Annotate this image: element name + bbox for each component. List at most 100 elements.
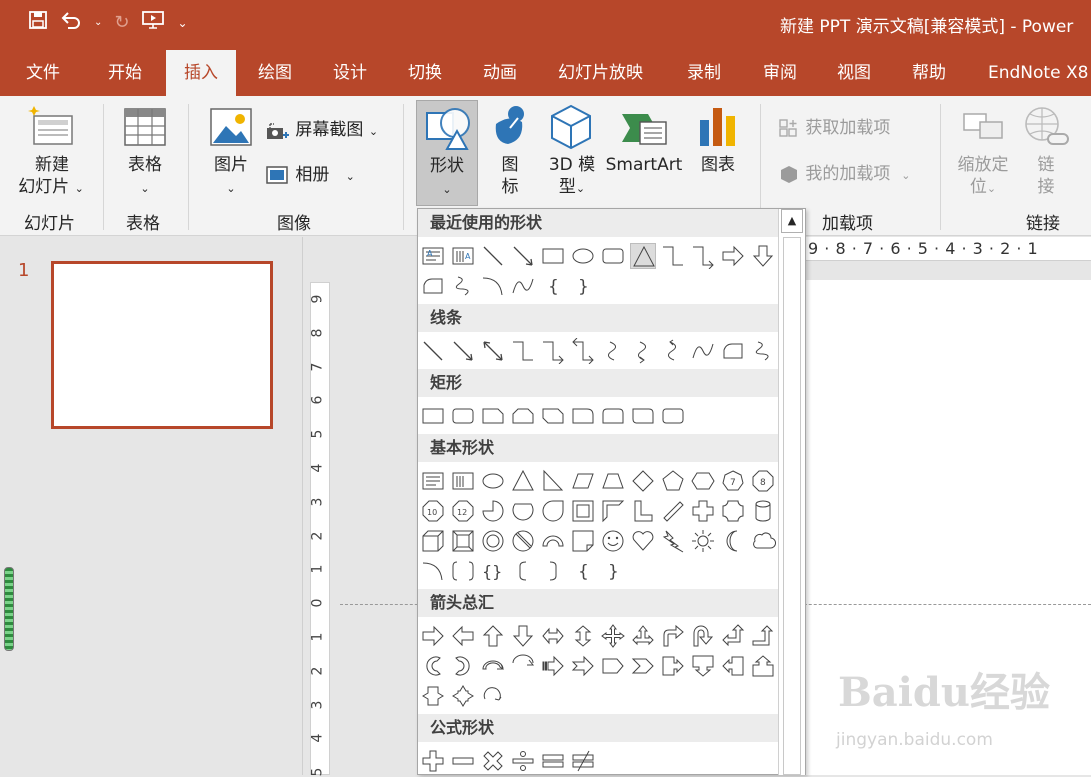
ar-bu-shape[interactable] [750,623,776,649]
tab-help[interactable]: 帮助 [912,50,946,96]
rectangle-shape[interactable] [540,243,566,269]
halfframe-shape[interactable] [600,498,626,524]
curve-shape[interactable] [600,338,626,364]
screenshot-button[interactable]: 屏幕截图 ⌄ [266,119,378,143]
ar-uturn-shape[interactable] [690,623,716,649]
call-r-shape[interactable] [660,653,686,679]
snip2-shape[interactable] [510,403,536,429]
ar-cl-shape[interactable] [450,653,476,679]
ar-lru-shape[interactable] [630,623,656,649]
tab-animations[interactable]: 动画 [483,50,517,96]
trap-shape[interactable] [600,468,626,494]
donut-shape[interactable] [480,528,506,554]
dodec-shape[interactable]: 12 [450,498,476,524]
diag-shape[interactable] [660,498,686,524]
tab-draw[interactable]: 绘图 [258,50,292,96]
pentagon-shape[interactable] [600,653,626,679]
chart-button[interactable]: 图表 [694,154,742,176]
rect-shape[interactable] [420,403,446,429]
hept-shape[interactable]: 7 [720,468,746,494]
fold-shape[interactable] [570,528,596,554]
right-arrow-shape[interactable] [720,243,746,269]
rr3-shape[interactable] [630,403,656,429]
line-shape[interactable] [480,243,506,269]
tab-slideshow[interactable]: 幻灯片放映 [558,50,643,96]
triangle-shape[interactable] [630,243,656,269]
ar-cu-shape[interactable] [480,653,506,679]
cube-shape[interactable] [420,528,446,554]
arc-shape[interactable] [480,273,506,299]
oct8-shape[interactable]: 8 [750,468,776,494]
right-brace-shape[interactable]: } [570,273,596,299]
elbowA-shape[interactable] [540,338,566,364]
rbracket-shape[interactable] [540,558,566,584]
vertical-textbox-shape[interactable]: A [450,243,476,269]
circ-ar-shape[interactable] [480,683,506,709]
call-lr-shape[interactable] [420,683,446,709]
bracketpair-shape[interactable] [450,558,476,584]
bevel-shape[interactable] [450,528,476,554]
eq-mult-shape[interactable] [480,748,506,774]
textbox-shape[interactable] [420,468,446,494]
table-button[interactable]: 表格 ⌄ [117,154,173,200]
lbrace-shape[interactable]: { [570,558,596,584]
undo-icon[interactable] [60,10,82,35]
shapes-button[interactable]: 形状 ⌄ [416,100,478,206]
line-shape[interactable] [420,338,446,364]
rbrace-shape[interactable]: } [600,558,626,584]
eq-neq-shape[interactable] [570,748,596,774]
rounded-rectangle-shape[interactable] [600,243,626,269]
eq-plus-shape[interactable] [420,748,446,774]
call-u-shape[interactable] [750,653,776,679]
tab-transitions[interactable]: 切换 [408,50,442,96]
present-from-start-icon[interactable] [141,10,165,35]
dec-shape[interactable]: 10 [420,498,446,524]
smile-shape[interactable] [600,528,626,554]
wave-shape[interactable] [690,338,716,364]
ar-quad-shape[interactable] [600,623,626,649]
snipR-shape[interactable] [570,403,596,429]
pie-shape[interactable] [480,498,506,524]
sun-shape[interactable] [690,528,716,554]
photo-album-button[interactable]: 相册 ⌄ [266,164,355,188]
blockarc-shape[interactable] [540,528,566,554]
rr2-shape[interactable] [600,403,626,429]
eq-div-shape[interactable] [510,748,536,774]
oval-shape[interactable] [570,243,596,269]
tab-home[interactable]: 开始 [108,50,142,96]
snip3-shape[interactable] [540,403,566,429]
tri-shape[interactable] [510,468,536,494]
lbracket-shape[interactable] [510,558,536,584]
elbowDA-shape[interactable] [570,338,596,364]
left-brace-shape[interactable]: { [540,273,566,299]
plus-shape[interactable] [690,498,716,524]
nosym-shape[interactable] [510,528,536,554]
elbow-shape[interactable] [510,338,536,364]
call-quad-shape[interactable] [450,683,476,709]
ar-l-shape[interactable] [450,623,476,649]
tab-endnote[interactable]: EndNote X8 [988,50,1088,96]
lshape-shape[interactable] [630,498,656,524]
slide-thumbnail[interactable] [51,261,273,429]
smartart-button[interactable]: SmartArt [604,154,684,176]
rrect-shape[interactable] [660,403,686,429]
ar-striped-shape[interactable] [540,653,566,679]
chevron-shape[interactable] [630,653,656,679]
darrow-shape[interactable] [480,338,506,364]
new-slide-dropdown[interactable]: 幻灯片 ⌄ [14,176,88,200]
chord-shape[interactable] [510,498,536,524]
vtextbox-shape[interactable] [450,468,476,494]
tab-insert[interactable]: 插入 [166,50,236,96]
ar-ud-shape[interactable] [570,623,596,649]
curve-shape[interactable] [510,273,536,299]
arrow-line-shape[interactable] [510,243,536,269]
oval-shape[interactable] [480,468,506,494]
para-shape[interactable] [570,468,596,494]
ar-lu-shape[interactable] [720,623,746,649]
gallery-scrollbar[interactable]: ▲ [778,209,805,775]
arc-shape[interactable] [420,558,446,584]
ar-lr-shape[interactable] [540,623,566,649]
down-arrow-shape[interactable] [750,243,776,269]
plaque-shape[interactable] [720,498,746,524]
ar-bent-shape[interactable] [660,623,686,649]
